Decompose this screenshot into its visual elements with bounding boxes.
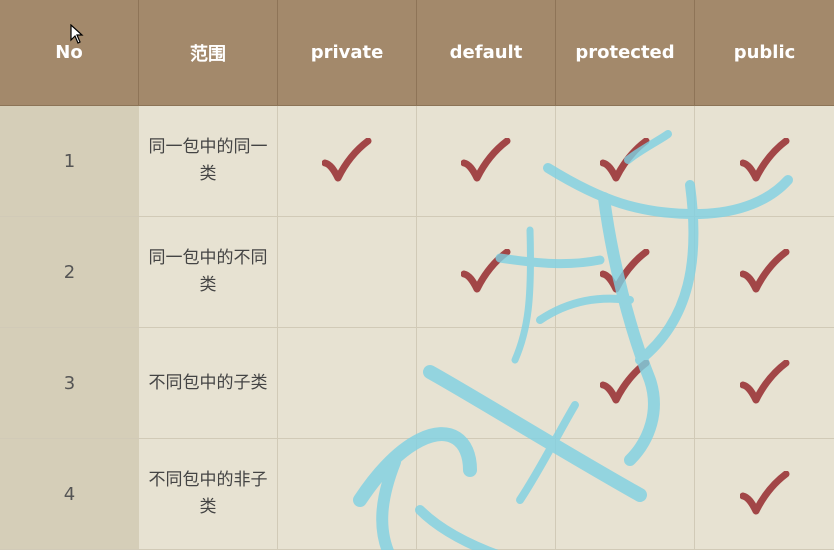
cell-private [278, 439, 417, 550]
scope-text: 不同包中的子类 [148, 372, 268, 393]
check-icon [600, 138, 650, 182]
cell-protected [556, 439, 695, 550]
check-icon [461, 138, 511, 182]
cell-private [278, 106, 417, 217]
cell-default [417, 439, 556, 550]
access-modifier-table-screen: No 范围 private default protected public 1… [0, 0, 834, 556]
header-public: public [695, 0, 834, 106]
check-icon [600, 360, 650, 404]
header-protected: protected [556, 0, 695, 106]
cell-private [278, 217, 417, 328]
row-number: 2 [0, 217, 139, 328]
row-number: 3 [0, 328, 139, 439]
cell-public [695, 217, 834, 328]
check-icon [322, 138, 372, 182]
row-scope: 同一包中的不同类 [139, 217, 278, 328]
row-number: 4 [0, 439, 139, 550]
cell-public [695, 106, 834, 217]
cell-default [417, 217, 556, 328]
scope-text: 不同包中的非子类 [148, 470, 268, 517]
bottom-edge [0, 550, 834, 556]
cell-protected [556, 328, 695, 439]
row-scope: 同一包中的同一类 [139, 106, 278, 217]
mouse-cursor-icon [70, 24, 84, 44]
check-icon [739, 360, 789, 404]
check-icon [739, 471, 789, 515]
check-icon [739, 249, 789, 293]
header-default: default [417, 0, 556, 106]
check-icon [739, 138, 789, 182]
check-icon [600, 249, 650, 293]
cell-protected [556, 106, 695, 217]
cell-default [417, 328, 556, 439]
check-icon [461, 249, 511, 293]
cell-public [695, 439, 834, 550]
cell-public [695, 328, 834, 439]
cell-default [417, 106, 556, 217]
cell-private [278, 328, 417, 439]
access-table: No 范围 private default protected public 1… [0, 0, 834, 550]
header-private: private [278, 0, 417, 106]
row-scope: 不同包中的子类 [139, 328, 278, 439]
header-no: No [0, 0, 139, 106]
header-scope: 范围 [139, 0, 278, 106]
scope-text: 同一包中的同一类 [148, 137, 268, 184]
scope-text: 同一包中的不同类 [148, 248, 268, 295]
cell-protected [556, 217, 695, 328]
row-number: 1 [0, 106, 139, 217]
row-scope: 不同包中的非子类 [139, 439, 278, 550]
